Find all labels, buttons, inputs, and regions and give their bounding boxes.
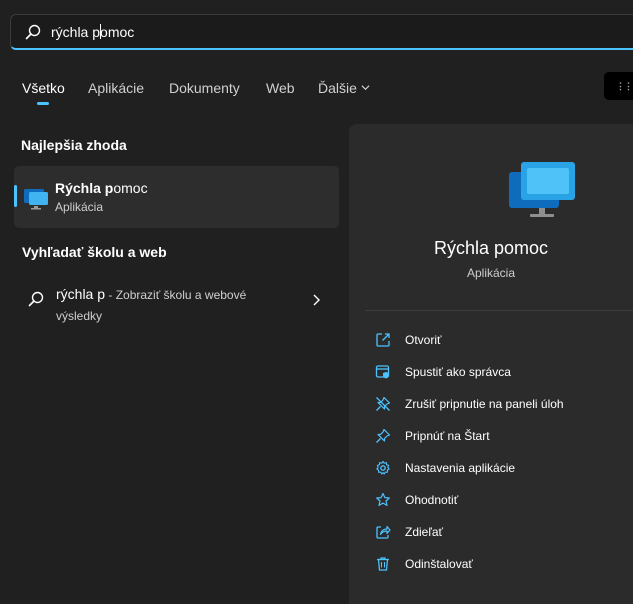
- web-search-result[interactable]: rýchla p - Zobraziť školu a webové výsle…: [14, 276, 339, 326]
- profile-badge[interactable]: ⋮⋮⋮ ST: [604, 72, 633, 100]
- gear-icon: [376, 460, 390, 475]
- search-icon: [25, 24, 41, 40]
- run-as-admin-icon: [375, 365, 390, 379]
- action-run-as-admin[interactable]: Spustiť ako správca: [375, 361, 633, 383]
- share-icon: [376, 525, 391, 539]
- best-match-type: Aplikácia: [55, 200, 104, 214]
- search-input[interactable]: rýchla pomoc: [51, 24, 134, 40]
- best-match-item[interactable]: Rýchla pomoc Aplikácia: [14, 166, 339, 228]
- web-search-text: rýchla p - Zobraziť školu a webové výsle…: [56, 284, 286, 326]
- active-tab-indicator: [37, 102, 49, 105]
- action-unpin-taskbar[interactable]: Zrušiť pripnutie na paneli úloh: [375, 393, 633, 415]
- tab-more-label: Ďalšie: [318, 80, 357, 96]
- trash-icon: [377, 557, 389, 571]
- action-label: Odinštalovať: [405, 557, 473, 571]
- action-label: Nastavenia aplikácie: [405, 461, 516, 475]
- action-pin-start[interactable]: Pripnúť na Štart: [375, 425, 633, 447]
- quick-assist-app-icon: [24, 189, 48, 210]
- open-icon: [376, 333, 390, 347]
- search-box[interactable]: rýchla pomoc: [10, 14, 633, 50]
- action-share[interactable]: Zdieľať: [375, 521, 633, 543]
- action-label: Spustiť ako správca: [405, 365, 511, 379]
- tab-all[interactable]: Všetko: [22, 80, 65, 96]
- tab-documents[interactable]: Dokumenty: [169, 80, 240, 96]
- dots-icon: ⋮⋮⋮: [616, 81, 633, 91]
- best-match-name: Rýchla pomoc: [55, 180, 148, 196]
- app-preview-panel: Rýchla pomoc Aplikácia Otvoriť Spustiť a…: [349, 124, 633, 604]
- preview-app-title: Rýchla pomoc: [433, 238, 549, 258]
- selection-indicator: [14, 185, 17, 207]
- tab-web[interactable]: Web: [266, 80, 295, 96]
- quick-assist-app-icon: [509, 162, 575, 217]
- tab-more[interactable]: Ďalšie: [318, 80, 370, 96]
- chevron-right-icon[interactable]: [312, 294, 320, 306]
- action-label: Zrušiť pripnutie na paneli úloh: [405, 397, 564, 411]
- web-search-query: rýchla p: [56, 286, 106, 302]
- web-search-heading: Vyhľadať školu a web: [22, 244, 167, 260]
- action-label: Otvoriť: [405, 333, 442, 347]
- action-uninstall[interactable]: Odinštalovať: [375, 553, 633, 575]
- action-open[interactable]: Otvoriť: [375, 329, 633, 351]
- divider: [365, 310, 633, 311]
- best-match-heading: Najlepšia zhoda: [21, 137, 127, 153]
- preview-app-type: Aplikácia: [466, 266, 516, 280]
- tab-apps[interactable]: Aplikácie: [88, 80, 144, 96]
- star-icon: [376, 492, 390, 506]
- pin-icon: [376, 428, 391, 443]
- action-label: Pripnúť na Štart: [405, 429, 490, 443]
- chevron-down-icon: [361, 85, 370, 91]
- unpin-icon: [376, 396, 391, 411]
- action-app-settings[interactable]: Nastavenia aplikácie: [375, 457, 633, 479]
- action-label: Ohodnotiť: [405, 493, 459, 507]
- search-icon: [28, 291, 44, 307]
- action-rate[interactable]: Ohodnotiť: [375, 489, 633, 511]
- action-label: Zdieľať: [405, 525, 444, 539]
